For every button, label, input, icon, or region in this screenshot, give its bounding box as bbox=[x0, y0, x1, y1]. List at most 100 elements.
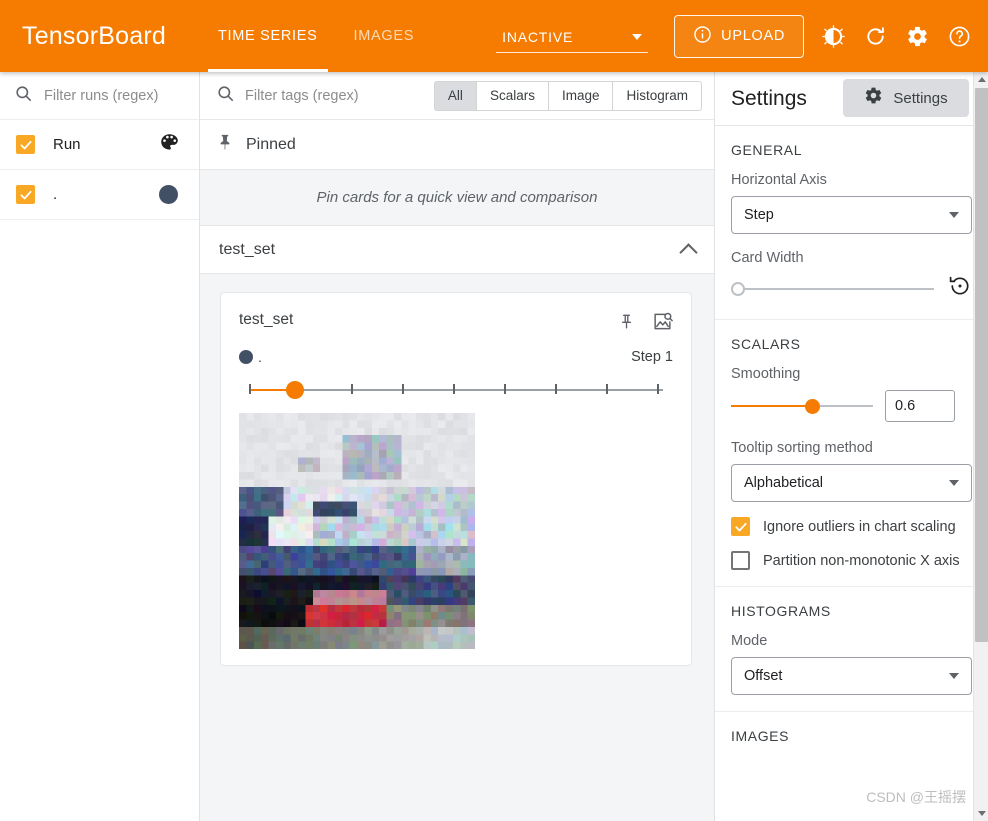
scrollbar-thumb[interactable] bbox=[975, 88, 988, 642]
partition-x-axis-row[interactable]: Partition non-monotonic X axis bbox=[731, 551, 972, 570]
palette-icon[interactable] bbox=[159, 132, 180, 158]
settings-section-histograms: HISTOGRAMS Mode Offset bbox=[715, 587, 988, 712]
image-card-actions bbox=[618, 311, 673, 337]
step-slider-tick bbox=[606, 384, 608, 394]
settings-section-images: IMAGES bbox=[715, 712, 988, 774]
image-search-icon[interactable] bbox=[652, 311, 673, 337]
runs-sidebar: Filter runs (regex) Run . bbox=[0, 72, 200, 821]
scrollbar-down-arrow[interactable] bbox=[974, 806, 988, 821]
partition-x-axis-label: Partition non-monotonic X axis bbox=[763, 553, 960, 569]
tab-time-series-label: TIME SERIES bbox=[218, 28, 318, 44]
image-card-step-label: Step 1 bbox=[631, 349, 673, 365]
smoothing-thumb[interactable] bbox=[805, 399, 820, 414]
step-slider-thumb[interactable] bbox=[286, 381, 304, 399]
run-filter-row[interactable]: Filter runs (regex) bbox=[0, 72, 199, 120]
pinned-empty-message: Pin cards for a quick view and compariso… bbox=[200, 170, 714, 226]
step-slider-tick bbox=[351, 384, 353, 394]
ignore-outliers-label: Ignore outliers in chart scaling bbox=[763, 519, 956, 535]
card-width-label: Card Width bbox=[731, 250, 972, 266]
tag-group-header-test-set[interactable]: test_set bbox=[200, 226, 714, 274]
card-grid: test_set . Step 1 bbox=[200, 274, 714, 666]
runs-header-row: Run bbox=[0, 120, 199, 170]
image-card-run-row: . Step 1 bbox=[239, 349, 673, 365]
run-color-dot[interactable] bbox=[159, 185, 178, 204]
card-width-thumb[interactable] bbox=[731, 282, 745, 296]
histogram-mode-select[interactable]: Offset bbox=[731, 657, 972, 695]
pin-icon[interactable] bbox=[618, 313, 635, 335]
tag-group-name: test_set bbox=[219, 241, 275, 259]
ignore-outliers-checkbox[interactable] bbox=[731, 517, 750, 536]
run-item-row[interactable]: . bbox=[0, 170, 199, 220]
step-slider-track bbox=[249, 389, 663, 391]
image-preview[interactable] bbox=[239, 413, 475, 649]
brightness-icon[interactable] bbox=[812, 15, 854, 57]
step-slider-tick bbox=[657, 384, 659, 394]
step-slider-tick bbox=[402, 384, 404, 394]
run-checkbox[interactable] bbox=[16, 185, 35, 204]
histogram-mode-value: Offset bbox=[744, 668, 949, 684]
settings-body: GENERAL Horizontal Axis Step Card Width bbox=[715, 126, 988, 774]
step-slider-tick bbox=[504, 384, 506, 394]
step-slider[interactable] bbox=[239, 379, 673, 401]
horizontal-axis-select[interactable]: Step bbox=[731, 196, 972, 234]
toggle-scalars[interactable]: Scalars bbox=[476, 81, 548, 111]
help-circle-icon[interactable] bbox=[938, 15, 980, 57]
settings-toggle-label: Settings bbox=[893, 90, 947, 107]
search-icon bbox=[216, 84, 235, 108]
tab-images[interactable]: IMAGES bbox=[336, 0, 433, 72]
restore-icon[interactable] bbox=[948, 274, 972, 303]
select-all-runs-checkbox[interactable] bbox=[16, 135, 35, 154]
smoothing-slider[interactable] bbox=[731, 396, 873, 416]
gear-icon[interactable] bbox=[896, 15, 938, 57]
step-slider-tick bbox=[555, 384, 557, 394]
card-width-row bbox=[731, 274, 972, 303]
image-card-title: test_set bbox=[239, 311, 618, 329]
upload-button-label: UPLOAD bbox=[721, 28, 785, 44]
refresh-icon[interactable] bbox=[854, 15, 896, 57]
image-card-run-name: . bbox=[258, 349, 631, 365]
settings-panel: Settings GENERAL Horizontal Axis Step Ca… bbox=[715, 72, 988, 821]
histogram-mode-label: Mode bbox=[731, 633, 972, 649]
image-card: test_set . Step 1 bbox=[220, 292, 692, 666]
experiment-state-value: INACTIVE bbox=[502, 29, 622, 45]
settings-scrollbar[interactable] bbox=[973, 72, 988, 821]
info-circle-icon bbox=[693, 25, 712, 48]
tag-filter-bar: Filter tags (regex) All Scalars Image Hi… bbox=[200, 72, 714, 120]
upload-button[interactable]: UPLOAD bbox=[674, 15, 804, 58]
tooltip-sorting-select[interactable]: Alphabetical bbox=[731, 464, 972, 502]
toggle-image[interactable]: Image bbox=[548, 81, 613, 111]
smoothing-label: Smoothing bbox=[731, 366, 972, 382]
chevron-up-icon[interactable] bbox=[682, 243, 696, 257]
chevron-down-icon bbox=[949, 480, 959, 486]
card-width-slider[interactable] bbox=[731, 280, 936, 298]
settings-toggle-button[interactable]: Settings bbox=[843, 79, 969, 117]
tooltip-sorting-label: Tooltip sorting method bbox=[731, 440, 972, 456]
run-filter-placeholder: Filter runs (regex) bbox=[44, 88, 158, 104]
tab-time-series[interactable]: TIME SERIES bbox=[200, 0, 336, 72]
settings-section-general: GENERAL Horizontal Axis Step Card Width bbox=[715, 126, 988, 320]
pinned-section-header[interactable]: Pinned bbox=[200, 120, 714, 170]
smoothing-fill bbox=[731, 405, 813, 407]
tensorboard-app: TensorBoard TIME SERIES IMAGES INACTIVE bbox=[0, 0, 988, 821]
settings-title: Settings bbox=[731, 87, 807, 111]
settings-section-scalars-caption: SCALARS bbox=[731, 336, 972, 352]
scrollbar-up-arrow[interactable] bbox=[974, 72, 988, 87]
runs-column-header: Run bbox=[53, 136, 159, 153]
chevron-down-icon bbox=[949, 673, 959, 679]
ignore-outliers-row[interactable]: Ignore outliers in chart scaling bbox=[731, 517, 972, 536]
tab-images-label: IMAGES bbox=[354, 28, 415, 44]
step-slider-tick bbox=[249, 384, 251, 394]
smoothing-input[interactable] bbox=[885, 390, 955, 422]
topbar-icon-group bbox=[812, 15, 980, 57]
experiment-state-selector[interactable]: INACTIVE bbox=[496, 29, 648, 53]
toggle-all[interactable]: All bbox=[434, 81, 476, 111]
card-width-track bbox=[739, 288, 934, 290]
chevron-down-icon bbox=[949, 212, 959, 218]
partition-x-axis-checkbox[interactable] bbox=[731, 551, 750, 570]
toggle-histogram[interactable]: Histogram bbox=[612, 81, 702, 111]
pinned-label: Pinned bbox=[246, 136, 296, 154]
run-item-label: . bbox=[53, 186, 159, 203]
gear-icon bbox=[864, 86, 883, 110]
smoothing-row bbox=[731, 390, 972, 422]
main-nav-tabs: TIME SERIES IMAGES bbox=[200, 0, 432, 72]
